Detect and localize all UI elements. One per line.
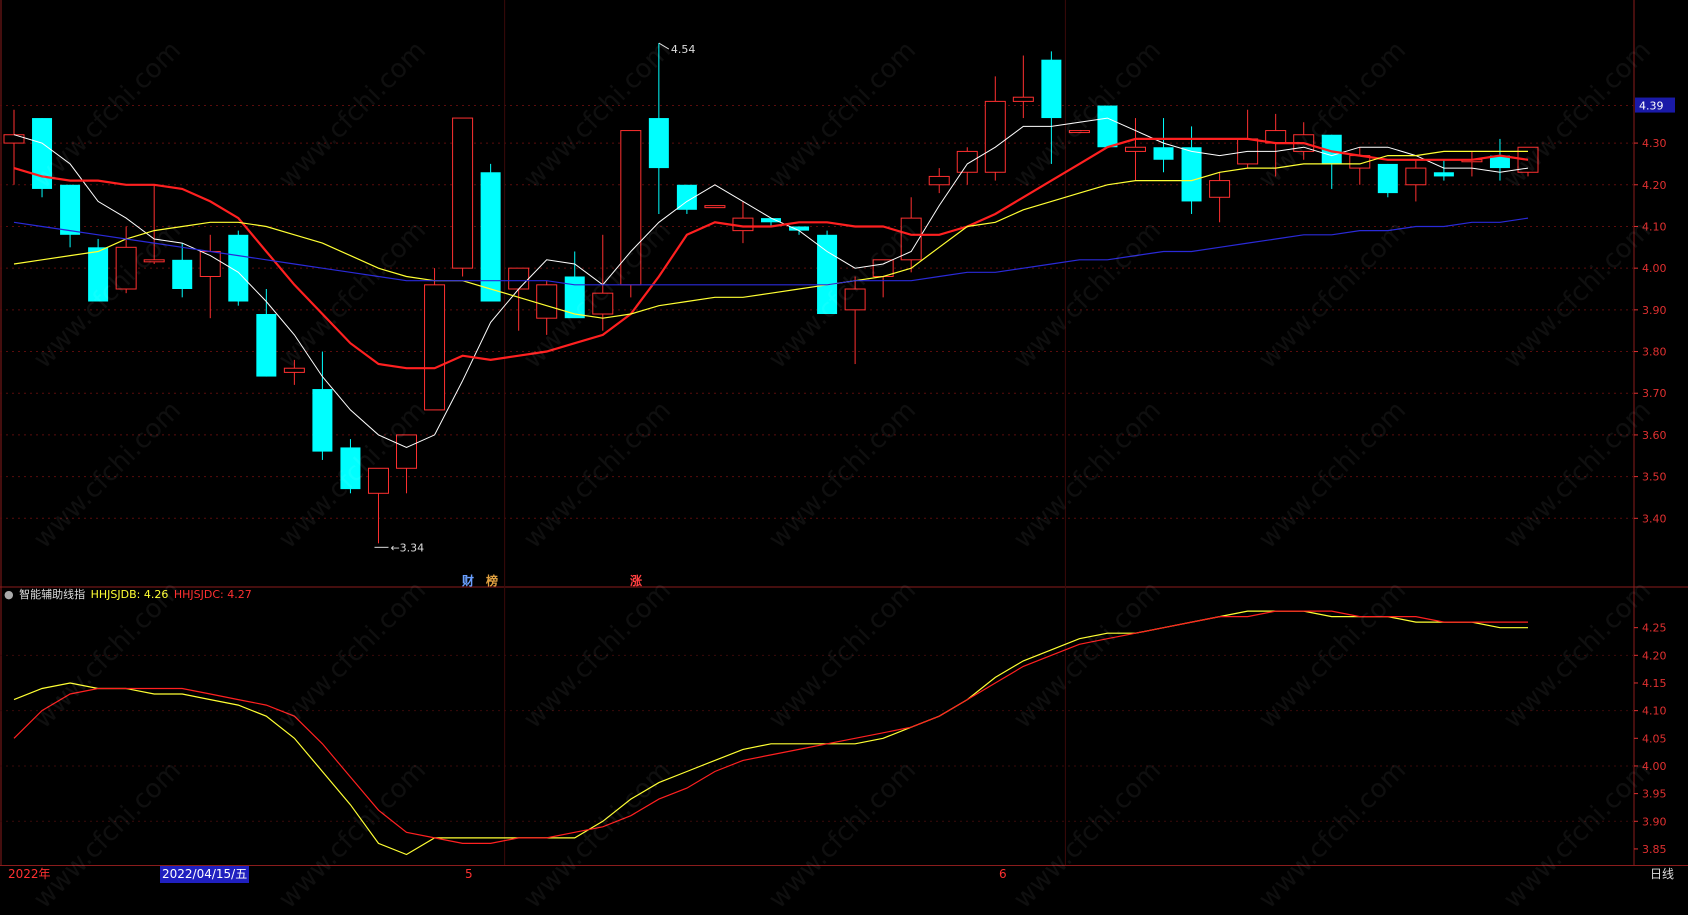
candle-body (256, 314, 277, 377)
main-tick-label: 3.40 (1642, 512, 1667, 525)
candle-body (508, 267, 530, 290)
candle-body (928, 175, 950, 186)
ind-tick-label: 3.95 (1642, 788, 1667, 801)
chart-canvas: 4.30 4.20 4.10 4.00 3.90 3.80 3.70 3.60 3.50 3.40… (0, 0, 1688, 865)
main-tick-label: 3.90 (1642, 304, 1667, 317)
month-6-label: 6 (999, 867, 1007, 881)
year-label: 2022年 (8, 867, 51, 881)
candle-body (900, 217, 922, 261)
ind-tick-label: 3.90 (1642, 815, 1667, 828)
candle-body (172, 259, 193, 289)
low-label: ←3.34 (390, 541, 424, 554)
ind-tick-label: 3.85 (1642, 843, 1667, 856)
candle-body (536, 284, 558, 319)
candle-body (1041, 59, 1062, 119)
cursor-date-label: 2022/04/15/五 (160, 866, 250, 883)
candle-body (1153, 147, 1174, 160)
ind-tick-label: 4.20 (1642, 649, 1667, 662)
candle-body (620, 130, 642, 286)
candle-body (704, 205, 726, 209)
candle-body (143, 259, 165, 263)
candle-body (396, 434, 418, 469)
period-label[interactable]: 日线 (1648, 866, 1676, 883)
ind-tick-label: 4.10 (1642, 705, 1667, 718)
candle-body (1068, 130, 1090, 134)
price-label: 4.39 (1639, 100, 1664, 113)
indicator-name: 智能辅助线指 (19, 588, 86, 601)
candle-body (1012, 96, 1034, 102)
candle-body (480, 172, 501, 302)
indicator-s2-label: HHJSJDC: 4.27 (173, 588, 252, 601)
candle-body (1377, 163, 1398, 194)
candle-body (1181, 147, 1202, 202)
candle-body (60, 184, 81, 235)
candle-body (984, 100, 1006, 173)
candle-body (452, 117, 474, 269)
main-tick-label: 3.80 (1642, 346, 1667, 359)
candle-body (312, 389, 333, 452)
candle-body (340, 447, 361, 490)
event-flag[interactable]: 榜 (486, 572, 498, 589)
candle-body (1209, 180, 1231, 198)
ind-tick-label: 4.15 (1642, 677, 1667, 690)
candle-body (1433, 172, 1454, 177)
date-axis-bar (0, 865, 1688, 886)
main-tick-label: 3.50 (1642, 471, 1667, 484)
main-tick-label: 4.20 (1642, 179, 1667, 192)
ind-tick-label: 4.00 (1642, 760, 1667, 773)
ind-tick-label: 4.25 (1642, 622, 1667, 635)
candle-body (956, 150, 978, 173)
indicator-line (13, 610, 1528, 856)
candle-body (424, 284, 446, 411)
candle-body (88, 247, 109, 302)
indicator-line (13, 610, 1528, 845)
indicator-title: ● 智能辅助线指 HHJSJDB: 4.26 HHJSJDC: 4.27 (4, 586, 254, 602)
main-tick-label: 4.10 (1642, 220, 1667, 233)
event-flag[interactable]: 财 (462, 572, 474, 589)
candle-body (3, 134, 25, 144)
candle-body (283, 367, 305, 373)
main-tick-label: 4.00 (1642, 262, 1667, 275)
candle-body (1405, 167, 1427, 186)
indicator-s1-label: HHJSJDB: 4.26 (90, 588, 169, 601)
indicator-collapse-icon[interactable]: ● (4, 588, 14, 601)
main-tick-label: 3.60 (1642, 429, 1667, 442)
main-tick-label: 3.70 (1642, 387, 1667, 400)
event-flag[interactable]: 涨 (630, 572, 642, 589)
ind-tick-label: 4.05 (1642, 732, 1667, 745)
candle-body (1097, 105, 1118, 148)
candle-body (844, 288, 866, 311)
main-tick-label: 4.30 (1642, 137, 1667, 150)
candle-body (648, 118, 669, 169)
high-label: 4.54 (671, 43, 696, 56)
high-arrow (658, 42, 670, 50)
candle-body (592, 292, 614, 315)
candle-body (115, 246, 137, 290)
candle-body (367, 467, 389, 494)
candle-body (1124, 146, 1146, 152)
month-5-label: 5 (465, 867, 473, 881)
